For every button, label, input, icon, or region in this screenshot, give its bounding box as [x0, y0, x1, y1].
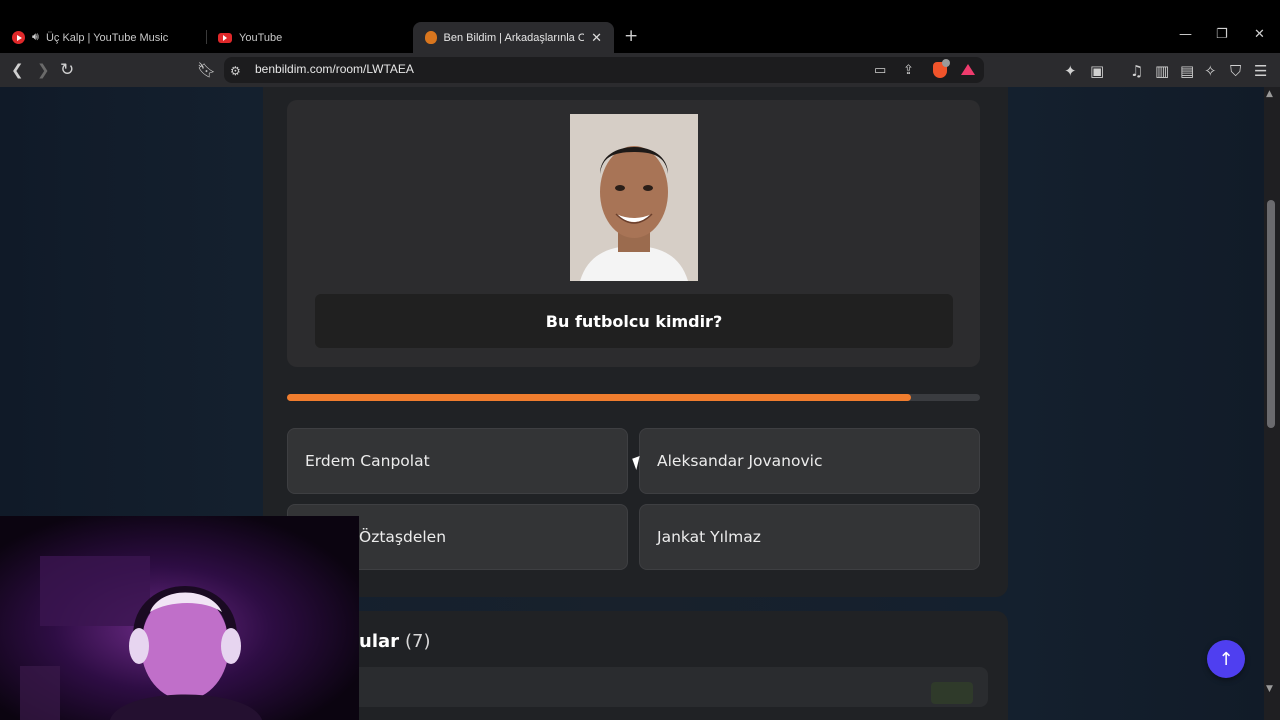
answer-option-2[interactable]: Aleksandar Jovanovic [639, 428, 980, 494]
close-tab-icon[interactable]: ✕ [591, 30, 602, 46]
speaker-icon[interactable]: 🔊︎ [32, 31, 39, 44]
title-bar [0, 0, 1280, 20]
wallet-icon[interactable]: ▤ [1180, 61, 1194, 81]
tab-benbildim[interactable]: Ben Bildim | Arkadaşlarınla Onlin ✕ [413, 22, 614, 53]
benbildim-icon [425, 31, 437, 44]
timer-progress-track [287, 394, 980, 401]
media-icon[interactable]: ♫ [1130, 61, 1143, 81]
player-score-badge [931, 682, 973, 704]
player-row [288, 667, 988, 707]
reload-icon[interactable]: ↻ [60, 60, 74, 80]
tab-youtube-music[interactable]: 🔊︎ Üç Kalp | YouTube Music [0, 22, 205, 53]
scroll-to-top-button[interactable]: ↑ [1207, 640, 1245, 678]
youtube-icon [218, 32, 232, 43]
player-photo [570, 114, 698, 281]
screenshot-icon[interactable]: ▣ [1090, 61, 1104, 81]
tab-title: Üç Kalp | YouTube Music [45, 31, 169, 44]
back-icon[interactable]: ❮ [11, 60, 24, 80]
players-count: (7) [405, 631, 431, 652]
question-text: Bu futbolcu kimdir? [315, 294, 953, 348]
scroll-down-arrow[interactable]: ▼ [1266, 684, 1273, 694]
players-title: ular [359, 631, 400, 652]
leo-ai-icon[interactable]: ✧ [1204, 61, 1217, 81]
brave-rewards-icon[interactable] [961, 64, 975, 75]
new-tab-button[interactable]: + [624, 26, 638, 46]
youtube-music-icon [12, 31, 25, 44]
sidebar-icon[interactable]: ▥ [1155, 61, 1169, 81]
players-heading: ular (7) [359, 631, 431, 652]
minimize-button[interactable]: — [1179, 27, 1192, 42]
menu-icon[interactable]: ☰ [1254, 61, 1267, 81]
vpn-icon[interactable]: ⛉ [1230, 61, 1241, 81]
answer-option-4[interactable]: Jankat Yılmaz [639, 504, 980, 570]
restore-button[interactable]: ❐ [1216, 27, 1228, 42]
cast-icon[interactable]: ▭ [874, 61, 886, 81]
tab-youtube[interactable]: YouTube [206, 22, 411, 53]
tab-title: Ben Bildim | Arkadaşlarınla Onlin [443, 31, 585, 44]
scroll-up-arrow[interactable]: ▲ [1266, 89, 1273, 99]
scrollbar-thumb[interactable] [1267, 200, 1275, 428]
tab-title: YouTube [239, 31, 283, 44]
bookmark-icon[interactable]: 🔖︎ [197, 60, 216, 80]
share-icon[interactable]: ⇪ [903, 61, 914, 81]
shield-count-badge [942, 59, 950, 67]
url-text[interactable]: benbildim.com/room/LWTAEA [255, 62, 414, 76]
site-info-icon[interactable]: ⚙ [230, 61, 241, 81]
extensions-icon[interactable]: ✦ [1064, 61, 1077, 81]
close-window-button[interactable]: ✕ [1254, 27, 1265, 42]
answer-option-1[interactable]: Erdem Canpolat [287, 428, 628, 494]
timer-progress-fill [287, 394, 911, 401]
webcam-overlay [0, 516, 359, 720]
forward-icon[interactable]: ❯ [37, 60, 50, 80]
